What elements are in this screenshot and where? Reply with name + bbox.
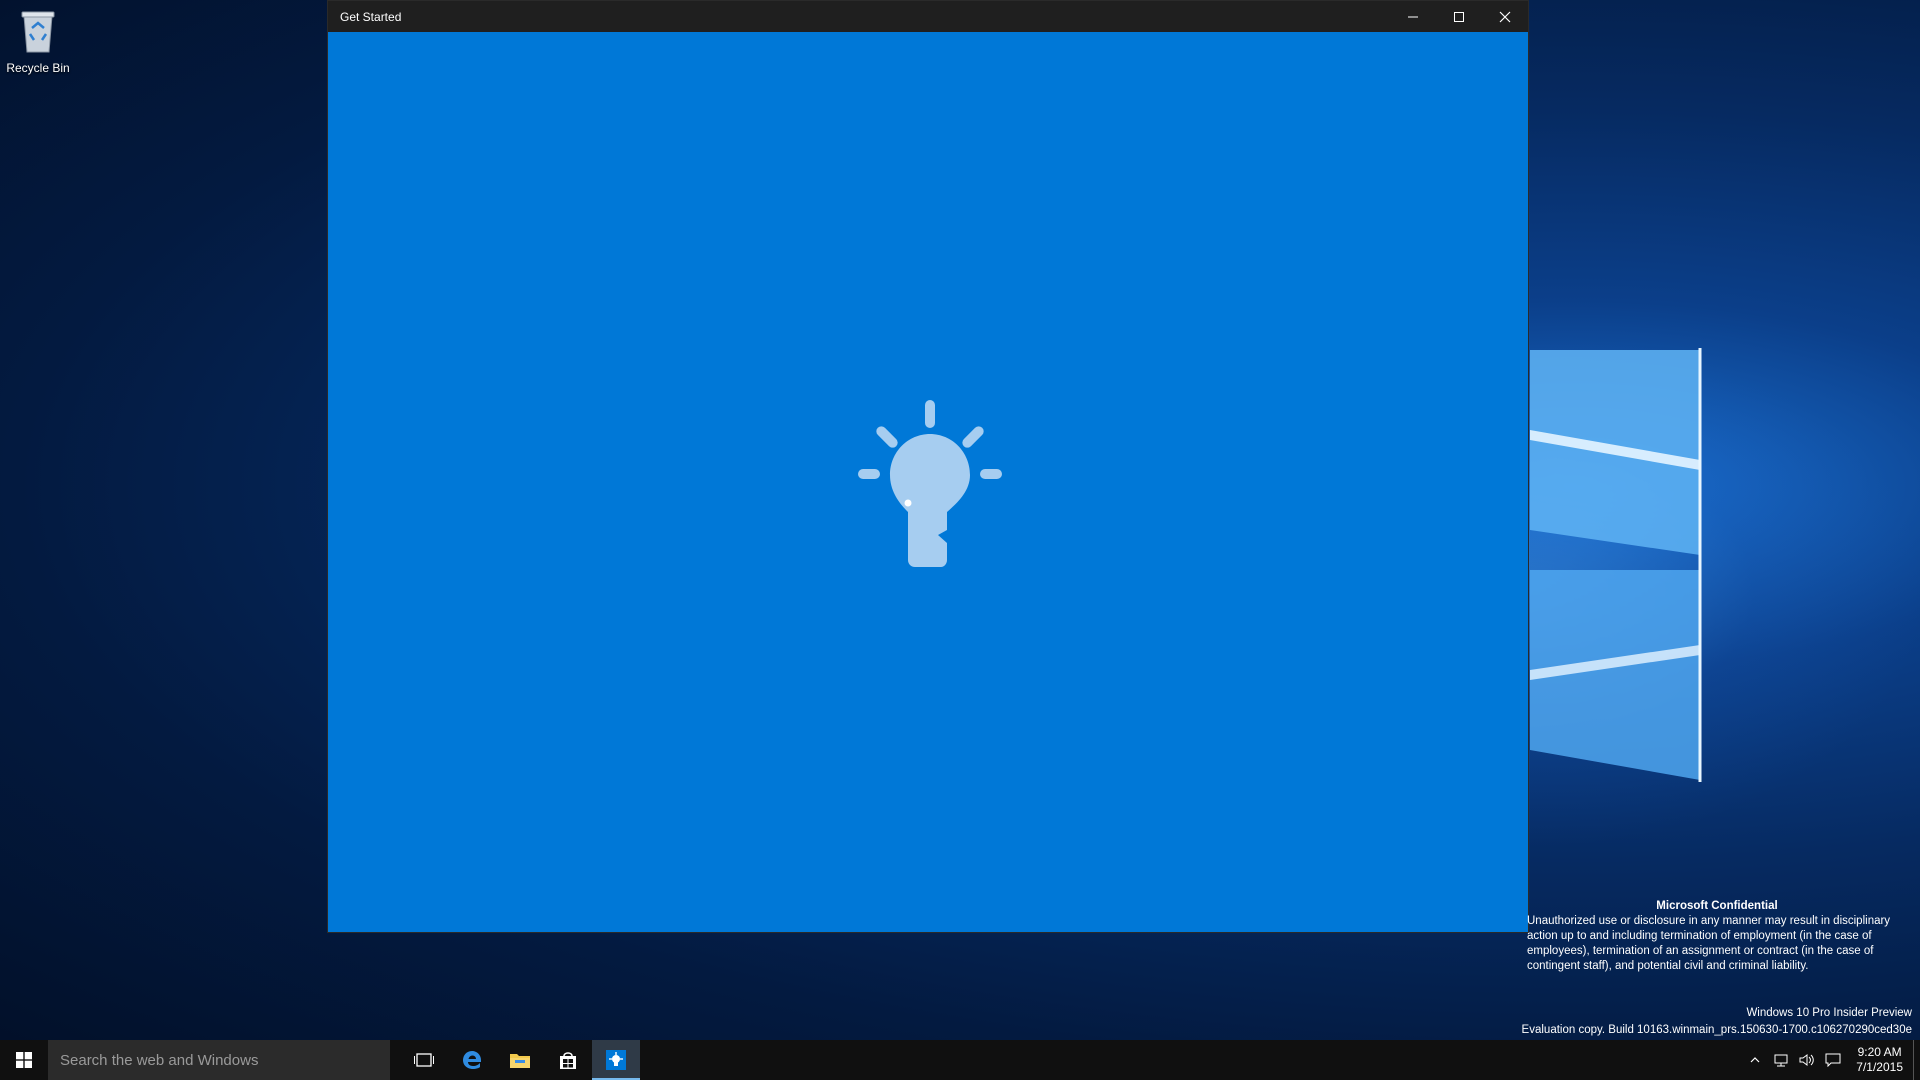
close-button[interactable]: [1482, 1, 1528, 32]
edge-icon: [463, 1051, 481, 1069]
build-watermark: Windows 10 Pro Insider Preview Evaluatio…: [1522, 1005, 1912, 1039]
store-button[interactable]: [544, 1040, 592, 1080]
lightbulb-icon: [858, 400, 1002, 567]
get-started-icon: [606, 1050, 626, 1070]
volume-icon: [1799, 1054, 1815, 1066]
file-explorer-button[interactable]: [496, 1040, 544, 1080]
window-titlebar[interactable]: Get Started: [328, 1, 1528, 32]
notice-body: Unauthorized use or disclosure in any ma…: [1527, 915, 1891, 972]
task-view-icon: [414, 1053, 434, 1067]
confidential-notice: Microsoft Confidential Unauthorized use …: [1527, 899, 1907, 974]
get-started-taskbar-button[interactable]: [592, 1040, 640, 1080]
minimize-button[interactable]: [1390, 1, 1436, 32]
get-started-window: Get Started: [327, 0, 1529, 933]
windows-wallpaper-logo: [1530, 348, 1702, 782]
recycle-bin-label: Recycle Bin: [6, 61, 70, 75]
chevron-up-icon: [1750, 1057, 1760, 1063]
search-box[interactable]: Search the web and Windows: [48, 1040, 390, 1080]
build-text: Evaluation copy. Build 10163.winmain_prs…: [1521, 1024, 1912, 1036]
window-title: Get Started: [340, 9, 402, 24]
file-explorer-icon: [510, 1054, 530, 1068]
show-desktop-button[interactable]: [1913, 1040, 1920, 1080]
task-view-button[interactable]: [400, 1040, 448, 1080]
splash-content: [328, 32, 1528, 932]
notification-icon: [1825, 1053, 1841, 1067]
minimize-icon: [1408, 16, 1418, 17]
edge-button[interactable]: [448, 1040, 496, 1080]
search-placeholder: Search the web and Windows: [60, 1051, 259, 1069]
taskbar: Search the web and Windows 9:20 AM 7/1/2…: [0, 1040, 1920, 1080]
maximize-button[interactable]: [1436, 1, 1482, 32]
notice-heading: Microsoft Confidential: [1656, 900, 1778, 912]
edition-text: Windows 10 Pro Insider Preview: [1746, 1007, 1912, 1019]
network-button[interactable]: [1768, 1040, 1794, 1080]
recycle-bin-icon: [21, 11, 55, 53]
clock-date: 7/1/2015: [1856, 1060, 1903, 1074]
store-icon: [560, 1052, 576, 1069]
clock[interactable]: 9:20 AM 7/1/2015: [1846, 1045, 1913, 1075]
volume-button[interactable]: [1794, 1040, 1820, 1080]
action-center-button[interactable]: [1820, 1040, 1846, 1080]
maximize-icon: [1454, 11, 1464, 22]
recycle-bin[interactable]: Recycle Bin: [4, 6, 72, 75]
close-icon: [1499, 11, 1511, 22]
system-tray: 9:20 AM 7/1/2015: [1742, 1040, 1920, 1080]
show-hidden-icons-button[interactable]: [1742, 1040, 1768, 1080]
desktop: Recycle Bin Get Started Microsoft Confid…: [0, 0, 1920, 1040]
network-icon: [1774, 1054, 1788, 1067]
start-button[interactable]: [0, 1040, 48, 1080]
windows-start-icon: [16, 1052, 32, 1068]
clock-time: 9:20 AM: [1857, 1045, 1902, 1059]
